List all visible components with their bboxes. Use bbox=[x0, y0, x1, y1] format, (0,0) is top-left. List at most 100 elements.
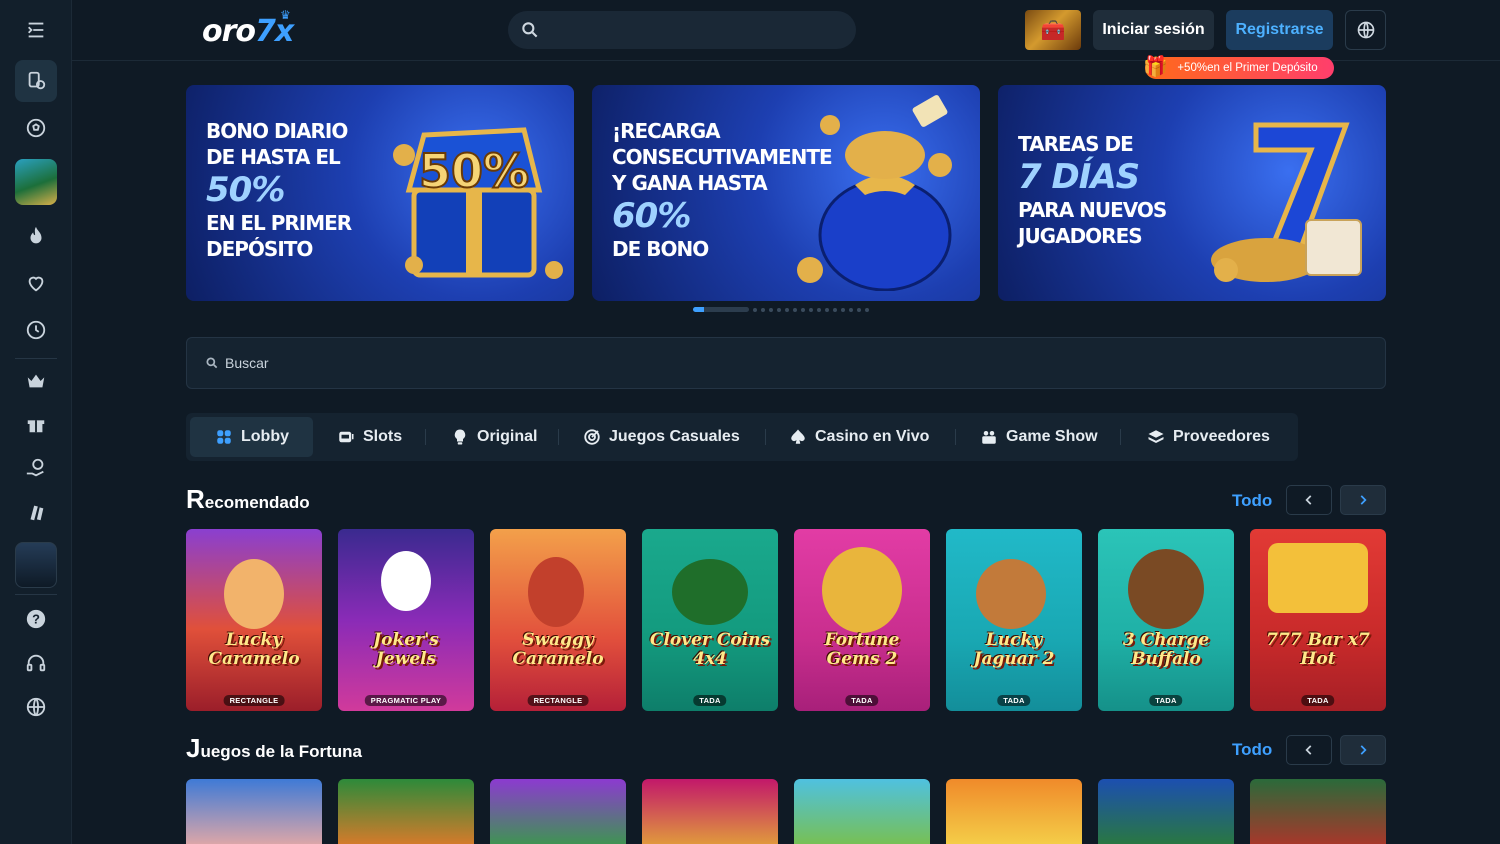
language-button[interactable] bbox=[1345, 10, 1386, 50]
casino-icon[interactable] bbox=[15, 60, 57, 102]
tab-juegos-casuales[interactable]: Juegos Casuales bbox=[571, 417, 752, 457]
money-hand-icon[interactable] bbox=[15, 447, 57, 489]
crown-icon: ♛ bbox=[280, 8, 291, 22]
banner-line: BONO DIARIO bbox=[206, 119, 348, 143]
promo-thumbnail[interactable] bbox=[15, 159, 57, 205]
banner-daily-bonus[interactable]: BONO DIARIO DE HASTA EL 50% EN EL PRIMER… bbox=[186, 85, 574, 301]
carousel-dots[interactable] bbox=[693, 307, 869, 312]
tab-game-show[interactable]: Game Show bbox=[968, 417, 1110, 457]
game-card[interactable]: Swaggy Caramelo RECTANGLE bbox=[490, 529, 626, 711]
banner-recharge-bonus[interactable]: ¡RECARGA CONSECUTIVAMENTE Y GANA HASTA 6… bbox=[592, 85, 980, 301]
deposit-promo-badge[interactable]: 🎁 +50%en el Primer Depósito bbox=[1143, 56, 1334, 79]
soccer-ball-icon[interactable] bbox=[15, 107, 57, 149]
carousel-dot[interactable] bbox=[841, 307, 845, 312]
carousel-dot[interactable] bbox=[809, 307, 813, 312]
carousel-dot[interactable] bbox=[833, 307, 837, 312]
fire-icon[interactable] bbox=[15, 215, 57, 257]
game-title: 777 Bar x7 Hot bbox=[1266, 630, 1370, 669]
carousel-dot[interactable] bbox=[761, 307, 765, 312]
carousel-dot[interactable] bbox=[865, 307, 869, 312]
tab-separator bbox=[425, 429, 426, 445]
view-all-link[interactable]: Todo bbox=[1232, 740, 1272, 760]
header-search-input[interactable] bbox=[508, 11, 856, 49]
game-card[interactable]: Fortune Gems 2 TADA bbox=[794, 529, 930, 711]
login-button[interactable]: Iniciar sesión bbox=[1093, 10, 1214, 50]
help-icon[interactable]: ? bbox=[15, 598, 57, 640]
treasure-chest-button[interactable]: 🧰 bbox=[1025, 10, 1081, 50]
game-card[interactable] bbox=[338, 779, 474, 844]
tab-label: Game Show bbox=[1006, 428, 1098, 445]
game-card[interactable]: Joker's Jewels PRAGMATIC PLAY bbox=[338, 529, 474, 711]
chevron-left-icon bbox=[1305, 495, 1312, 505]
game-search-input[interactable]: Buscar bbox=[186, 337, 1386, 389]
tab-casino-en-vivo[interactable]: Casino en Vivo bbox=[777, 417, 941, 457]
spade-icon bbox=[791, 429, 805, 444]
carousel-dot[interactable] bbox=[769, 307, 773, 312]
vip-cards-icon[interactable] bbox=[15, 491, 57, 533]
game-card[interactable]: Lucky Jaguar 2 TADA bbox=[946, 529, 1082, 711]
game-card[interactable] bbox=[794, 779, 930, 844]
svg-text:?: ? bbox=[32, 612, 40, 627]
site-logo[interactable]: oro7x ♛ bbox=[202, 8, 294, 49]
game-title: Joker's Jewels bbox=[373, 630, 439, 669]
carousel-dot[interactable] bbox=[801, 307, 805, 312]
next-button[interactable] bbox=[1340, 485, 1386, 515]
clock-icon[interactable] bbox=[15, 309, 57, 351]
carousel-dot[interactable] bbox=[849, 307, 853, 312]
prev-button[interactable] bbox=[1286, 485, 1332, 515]
slot-machine-icon bbox=[339, 431, 354, 443]
rail-divider bbox=[15, 594, 57, 595]
tab-separator bbox=[765, 429, 766, 445]
carousel-dot[interactable] bbox=[825, 307, 829, 312]
promo-text: +50%en el Primer Depósito bbox=[1177, 62, 1318, 74]
carousel-dot[interactable] bbox=[785, 307, 789, 312]
game-card[interactable] bbox=[1098, 779, 1234, 844]
carousel-dot[interactable] bbox=[793, 307, 797, 312]
prev-button[interactable] bbox=[1286, 735, 1332, 765]
search-placeholder: Buscar bbox=[225, 355, 269, 371]
heart-icon[interactable] bbox=[15, 262, 57, 304]
view-all-link[interactable]: Todo bbox=[1232, 491, 1272, 511]
carousel-dot[interactable] bbox=[693, 307, 749, 312]
game-provider: RECTANGLE bbox=[223, 695, 285, 706]
carousel-dot[interactable] bbox=[817, 307, 821, 312]
tab-label: Casino en Vivo bbox=[815, 428, 930, 445]
globe-icon[interactable] bbox=[15, 686, 57, 728]
app-thumbnail[interactable] bbox=[15, 542, 57, 588]
carousel-dot[interactable] bbox=[777, 307, 781, 312]
tab-original[interactable]: Original bbox=[439, 417, 549, 457]
game-card[interactable]: Clover Coins 4x4 TADA bbox=[642, 529, 778, 711]
search-icon bbox=[522, 22, 538, 38]
tab-label: Original bbox=[477, 428, 538, 445]
menu-icon[interactable] bbox=[15, 9, 57, 51]
show-icon bbox=[982, 431, 996, 444]
game-card[interactable]: 777 Bar x7 Hot TADA bbox=[1250, 529, 1386, 711]
banner-highlight: 50% bbox=[206, 170, 285, 210]
game-provider: TADA bbox=[845, 695, 879, 706]
tab-slots[interactable]: Slots bbox=[325, 417, 414, 457]
tab-separator bbox=[558, 429, 559, 445]
game-card[interactable] bbox=[186, 779, 322, 844]
game-card[interactable] bbox=[1250, 779, 1386, 844]
tab-separator bbox=[955, 429, 956, 445]
tab-lobby[interactable]: Lobby bbox=[190, 417, 313, 457]
crown-icon[interactable] bbox=[15, 360, 57, 402]
game-provider: TADA bbox=[1149, 695, 1183, 706]
tab-proveedores[interactable]: Proveedores bbox=[1135, 417, 1282, 457]
gift-icon[interactable] bbox=[15, 403, 57, 445]
register-button[interactable]: Registrarse bbox=[1226, 10, 1333, 50]
carousel-dot[interactable] bbox=[753, 307, 757, 312]
banner-7-day-tasks[interactable]: TAREAS DE 7 DÍAS PARA NUEVOS JUGADORES bbox=[998, 85, 1386, 301]
top-header: oro7x ♛ 🧰 Iniciar sesión Registrarse 🎁 +… bbox=[72, 0, 1500, 79]
next-button[interactable] bbox=[1340, 735, 1386, 765]
game-card[interactable]: 3 Charge Buffalo TADA bbox=[1098, 529, 1234, 711]
game-card[interactable]: Lucky Caramelo RECTANGLE bbox=[186, 529, 322, 711]
carousel-dot[interactable] bbox=[857, 307, 861, 312]
grid-icon bbox=[217, 430, 231, 444]
treasure-chest-illustration: 50% bbox=[393, 127, 563, 279]
headset-icon[interactable] bbox=[15, 642, 57, 684]
game-card[interactable] bbox=[946, 779, 1082, 844]
game-card[interactable] bbox=[642, 779, 778, 844]
game-card[interactable] bbox=[490, 779, 626, 844]
banner-highlight: 7 DÍAS bbox=[1018, 157, 1140, 197]
